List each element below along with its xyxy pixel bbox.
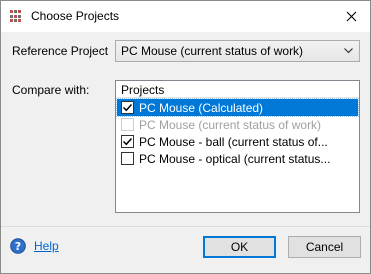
projects-list-header: Projects (116, 81, 359, 98)
checkbox-optical[interactable] (121, 152, 134, 165)
checkmark-icon (122, 103, 133, 112)
checkbox-current-status (121, 118, 134, 131)
close-icon (346, 11, 356, 22)
title-bar: Choose Projects (1, 1, 370, 32)
projects-column-header: Projects (121, 83, 165, 97)
footer-divider (1, 226, 370, 227)
compare-with-label: Compare with: (12, 83, 90, 97)
help-icon[interactable]: ? (10, 238, 26, 254)
close-button[interactable] (332, 1, 370, 32)
ok-button[interactable]: OK (203, 236, 276, 258)
list-item-label: PC Mouse - ball (current status of... (139, 135, 328, 149)
checkbox-calculated[interactable] (121, 101, 134, 114)
list-item-optical[interactable]: PC Mouse - optical (current status... (117, 150, 358, 167)
list-item-label: PC Mouse - optical (current status... (139, 152, 331, 166)
chevron-down-icon (344, 48, 353, 54)
checkbox-ball[interactable] (121, 135, 134, 148)
reference-project-value: PC Mouse (current status of work) (121, 44, 304, 58)
choose-projects-dialog: Choose Projects Reference Project PC Mou… (0, 0, 371, 274)
window-title: Choose Projects (31, 9, 120, 23)
list-item-label: PC Mouse (current status of work) (139, 118, 322, 132)
cancel-button[interactable]: Cancel (288, 236, 361, 258)
list-item-ball[interactable]: PC Mouse - ball (current status of... (117, 133, 358, 150)
list-item-label: PC Mouse (Calculated) (139, 101, 264, 115)
list-item-calculated[interactable]: PC Mouse (Calculated) (116, 98, 359, 117)
help-link[interactable]: Help (34, 239, 59, 253)
app-grid-icon (10, 10, 23, 23)
checkmark-icon (122, 137, 133, 146)
list-item-current-status: PC Mouse (current status of work) (117, 116, 358, 133)
reference-project-select[interactable]: PC Mouse (current status of work) (115, 40, 360, 62)
svg-text:?: ? (15, 240, 21, 253)
reference-project-label: Reference Project (12, 44, 109, 58)
projects-list[interactable]: Projects PC Mouse (Calculated) PC Mouse … (115, 80, 360, 213)
